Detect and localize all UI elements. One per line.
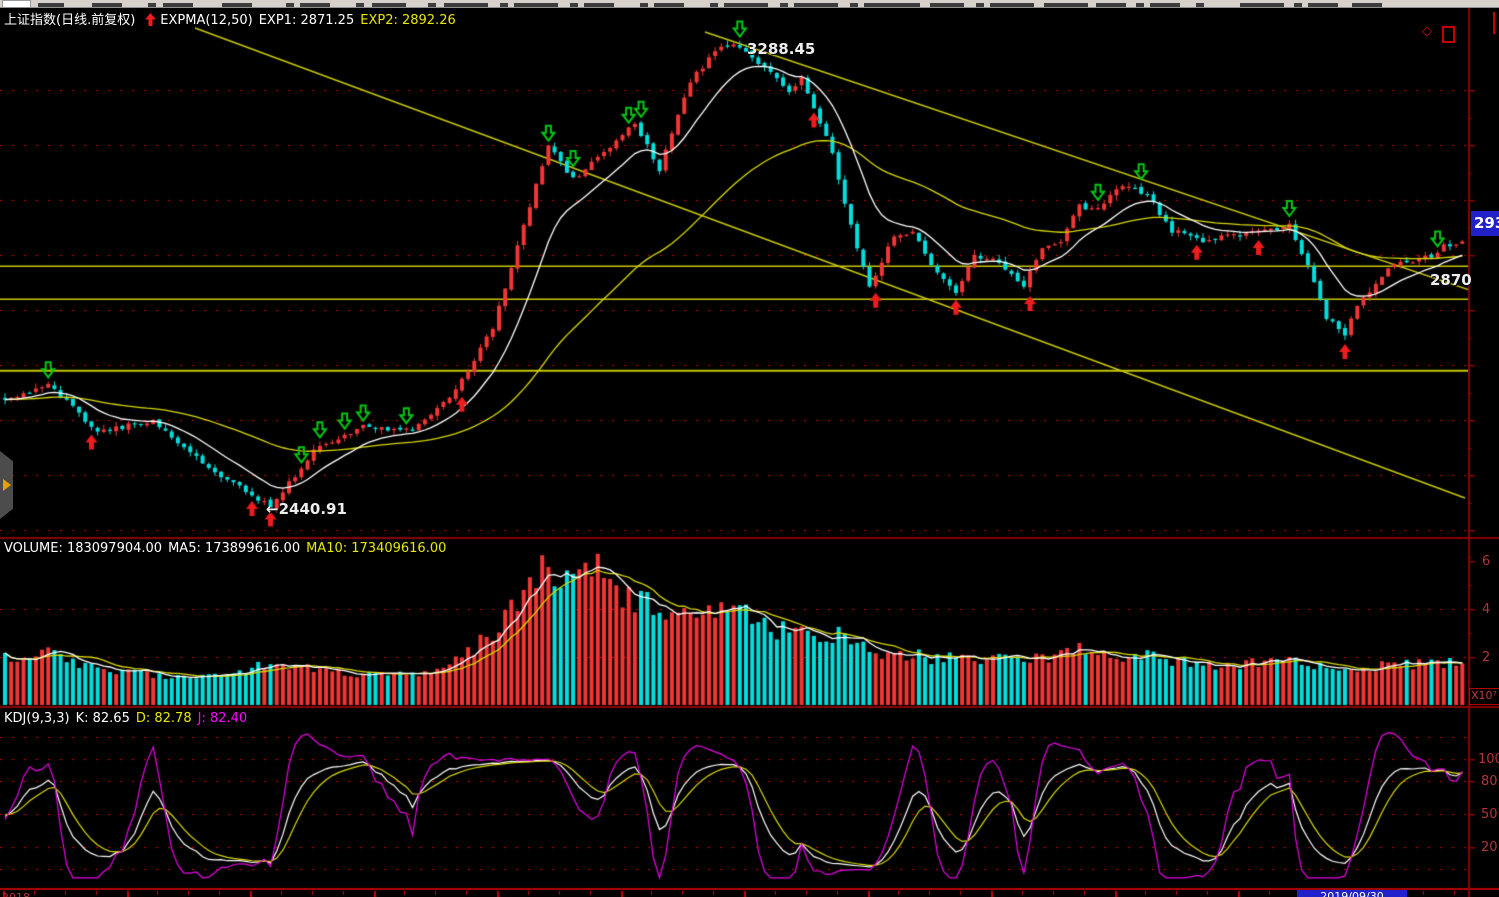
kdj-axis-tick-50: 50 [1481,807,1498,822]
menu-item-clipped [780,3,788,7]
kdj-name[interactable]: KDJ(9,3,3) [4,711,70,726]
trading-app-screen: 上证指数(日线.前复权) EXPMA(12,50) EXP1: 2871.25 EXP… [0,0,1499,897]
volume-value: VOLUME: 183097904.00 [4,541,162,556]
menu-item-clipped [148,3,156,7]
menu-item-clipped [163,3,193,7]
menu-item-clipped [1150,3,1180,7]
menu-item-clipped [570,3,578,7]
exp1-value: EXP1: 2871.25 [259,13,355,28]
menu-item-clipped [976,3,984,7]
kdj-axis-tick-20: 20 [1481,840,1498,855]
arrow-right-icon [3,479,11,491]
diamond-icon[interactable]: ◇ [1422,25,1432,38]
menu-item-clipped [640,3,648,7]
up-arrow-icon [145,13,156,26]
menu-item-clipped [300,3,330,7]
menu-item-clipped [864,3,920,7]
kdj-axis-tick-80: 80 [1481,774,1498,789]
window-icon[interactable] [1442,26,1455,43]
peak-price-label: 3288.45 [747,40,815,58]
menu-item-clipped [92,3,122,7]
menu-item-clipped [1352,3,1382,7]
menu-bar[interactable] [0,0,1499,8]
menu-item-clipped [654,3,684,7]
menu-item-clipped [1196,3,1204,7]
current-date-tag: 2019/09/30 [1297,890,1407,897]
trough-price-label: ←2440.91 [266,500,347,518]
menu-item-clipped [500,3,508,7]
menu-item-clipped [428,3,436,7]
kdj-axis-tick-100: 100 [1478,752,1499,767]
sidebar-slide-handle[interactable] [0,451,13,519]
volume-unit-label: X10⁷ [1469,688,1499,705]
indicator-name[interactable]: EXPMA(12,50) [160,13,252,28]
menu-item-clipped [1136,3,1144,7]
menu-button[interactable] [2,0,31,8]
price-level-label: 2870 [1430,271,1472,289]
volume-pane-header: VOLUME: 183097904.00 MA5: 173899616.00 MA1… [4,541,452,556]
menu-item-clipped [1294,3,1302,7]
price-pane-header: 上证指数(日线.前复权) EXPMA(12,50) EXP1: 2871.25 EXP… [4,9,462,28]
kdj-k-value: K: 82.65 [76,711,130,726]
menu-item-clipped [1308,3,1338,7]
exp2-value: EXP2: 2892.26 [360,13,456,28]
kdj-j-value: J: 82.40 [198,711,248,726]
menu-item-clipped [850,3,858,7]
menu-item-clipped [724,3,768,7]
scroll-caret [1493,12,1495,34]
menu-item-clipped [444,3,488,7]
menu-item-clipped [1044,3,1088,7]
volume-ma5: MA5: 173899616.00 [168,541,300,556]
menu-item-clipped [514,3,558,7]
menu-item-clipped [584,3,614,7]
vol-axis-tick-4: 4 [1482,602,1490,617]
menu-item-clipped [794,3,838,7]
menu-item-clipped [222,3,252,7]
vol-axis-tick-2: 2 [1482,650,1490,665]
symbol-title: 上证指数(日线.前复权) [4,13,135,28]
vol-axis-tick-6: 6 [1482,554,1490,569]
menu-item-clipped [356,3,364,7]
volume-ma10: MA10: 173409616.00 [306,541,446,556]
menu-item-clipped [372,3,406,7]
date-start-label: 2018 [2,891,30,897]
menu-item-clipped [990,3,1034,7]
menu-item-clipped [1096,3,1126,7]
menu-item-clipped [930,3,964,7]
menu-item-clipped [286,3,294,7]
kdj-d-value: D: 82.78 [136,711,192,726]
last-price-tag: 293 [1471,211,1499,236]
kdj-pane-header: KDJ(9,3,3) K: 82.65 D: 82.78 J: 82.40 [4,711,253,726]
menu-item-clipped [710,3,718,7]
menu-item-clipped [38,3,64,7]
menu-item-clipped [1240,3,1284,7]
chart-canvas[interactable] [0,0,1499,897]
